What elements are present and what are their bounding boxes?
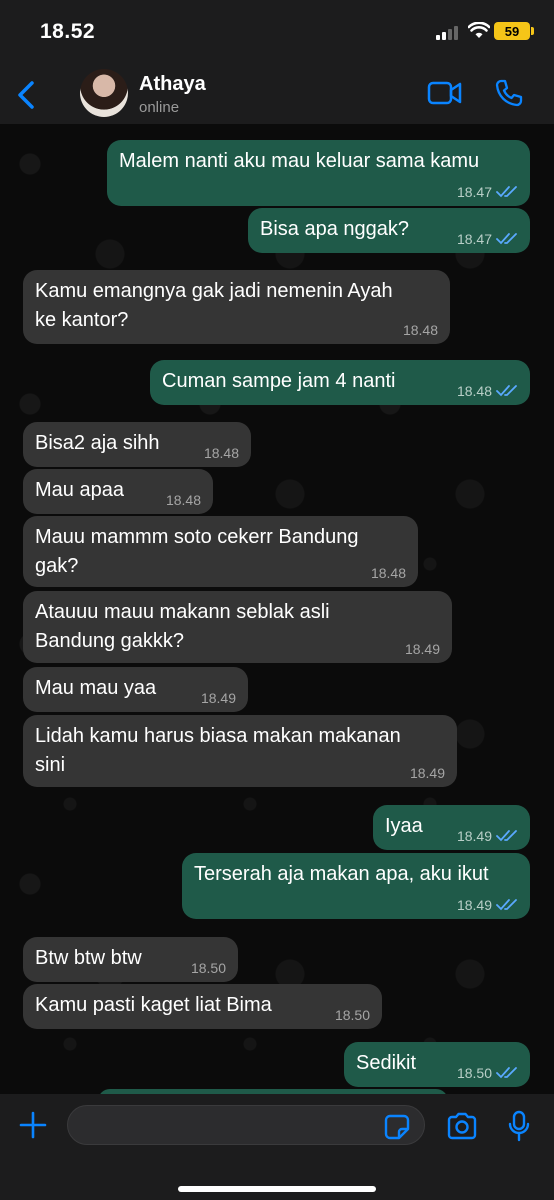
read-receipt-icon: [496, 233, 517, 245]
message-bubble-incoming[interactable]: Bisa2 aja sihh 18.48: [23, 422, 251, 467]
message-bubble-incoming[interactable]: Mau mau yaa 18.49: [23, 667, 248, 712]
read-receipt-icon: [496, 385, 517, 397]
message-time: 18.49: [404, 641, 440, 657]
message-bubble-outgoing[interactable]: Sedikit 18.50: [344, 1042, 530, 1087]
message-bubble-outgoing[interactable]: Cuman sampe jam 4 nanti 18.48: [150, 360, 530, 405]
contact-status: online: [139, 99, 180, 116]
message-text: Sedikit: [356, 1052, 417, 1074]
message-text: Terserah aja makan apa, aku ikut: [194, 863, 489, 885]
contact-name[interactable]: Athaya: [139, 73, 206, 96]
message-input-bar: [0, 1094, 554, 1200]
battery-level: 59: [504, 23, 520, 39]
status-bar: 18.52 59: [0, 0, 554, 60]
message-time: 18.49: [200, 690, 236, 706]
cellular-signal-icon: [436, 24, 462, 40]
wifi-icon: [468, 22, 490, 38]
message-time: 18.47: [456, 231, 492, 247]
message-bubble-outgoing[interactable]: Bisa apa nggak? 18.47: [248, 208, 530, 253]
message-text: Atauuu mauu makann seblak asli Bandung g…: [35, 601, 330, 652]
message-time: 18.48: [203, 445, 239, 461]
read-receipt-icon: [496, 899, 517, 911]
message-time: 18.48: [165, 492, 201, 508]
message-time: 18.50: [190, 960, 226, 976]
message-time: 18.48: [370, 565, 406, 581]
phone-call-icon[interactable]: [494, 78, 524, 108]
plus-icon[interactable]: [18, 1110, 48, 1140]
home-indicator[interactable]: [178, 1186, 376, 1192]
chat-area[interactable]: Malem nanti aku mau keluar sama kamu 18.…: [0, 124, 554, 1094]
message-time: 18.50: [456, 1065, 492, 1081]
message-text: Lidah kamu harus biasa makan makanan sin…: [35, 725, 401, 776]
status-time: 18.52: [40, 20, 96, 43]
microphone-icon[interactable]: [508, 1110, 530, 1142]
message-time: 18.47: [456, 184, 492, 200]
back-chevron-icon[interactable]: [16, 80, 36, 110]
battery-indicator: 59: [494, 22, 530, 40]
message-time: 18.49: [456, 897, 492, 913]
read-receipt-icon: [496, 186, 517, 198]
message-bubble-incoming[interactable]: Kamu pasti kaget liat Bima 18.50: [23, 984, 382, 1029]
message-bubble-incoming[interactable]: Lidah kamu harus biasa makan makanan sin…: [23, 715, 457, 787]
message-bubble-outgoing[interactable]: Iyaa 18.49: [373, 805, 530, 850]
read-receipt-icon: [496, 1067, 517, 1079]
message-text: Mauu mammm soto cekerr Bandung gak?: [35, 526, 359, 577]
message-text: Malem nanti aku mau keluar sama kamu: [119, 150, 480, 172]
message-bubble-incoming[interactable]: Mau apaa 18.48: [23, 469, 213, 514]
message-text: Kamu emangnya gak jadi nemenin Ayah ke k…: [35, 280, 393, 331]
message-bubble-incoming[interactable]: Mauu mammm soto cekerr Bandung gak? 18.4…: [23, 516, 418, 587]
read-receipt-icon: [496, 830, 517, 842]
chat-header: Athaya online: [0, 60, 554, 124]
avatar[interactable]: [80, 69, 128, 117]
message-bubble-incoming[interactable]: Btw btw btw 18.50: [23, 937, 238, 982]
message-time: 18.49: [409, 765, 445, 781]
message-bubble-outgoing[interactable]: Malem nanti aku mau keluar sama kamu 18.…: [107, 140, 530, 206]
message-bubble-incoming[interactable]: Atauuu mauu makann seblak asli Bandung g…: [23, 591, 452, 663]
video-call-icon[interactable]: [427, 81, 463, 105]
message-text: Kamu pasti kaget liat Bima: [35, 994, 272, 1016]
camera-icon[interactable]: [446, 1112, 478, 1140]
message-time: 18.48: [456, 383, 492, 399]
message-time: 18.50: [334, 1007, 370, 1023]
battery-tip: [531, 27, 534, 35]
message-input[interactable]: [67, 1105, 425, 1145]
message-bubble-incoming[interactable]: Kamu emangnya gak jadi nemenin Ayah ke k…: [23, 270, 450, 344]
message-time: 18.48: [402, 322, 438, 338]
message-bubble-outgoing[interactable]: Terserah aja makan apa, aku ikut 18.49: [182, 853, 530, 919]
sticker-icon[interactable]: [384, 1114, 410, 1140]
message-time: 18.49: [456, 828, 492, 844]
